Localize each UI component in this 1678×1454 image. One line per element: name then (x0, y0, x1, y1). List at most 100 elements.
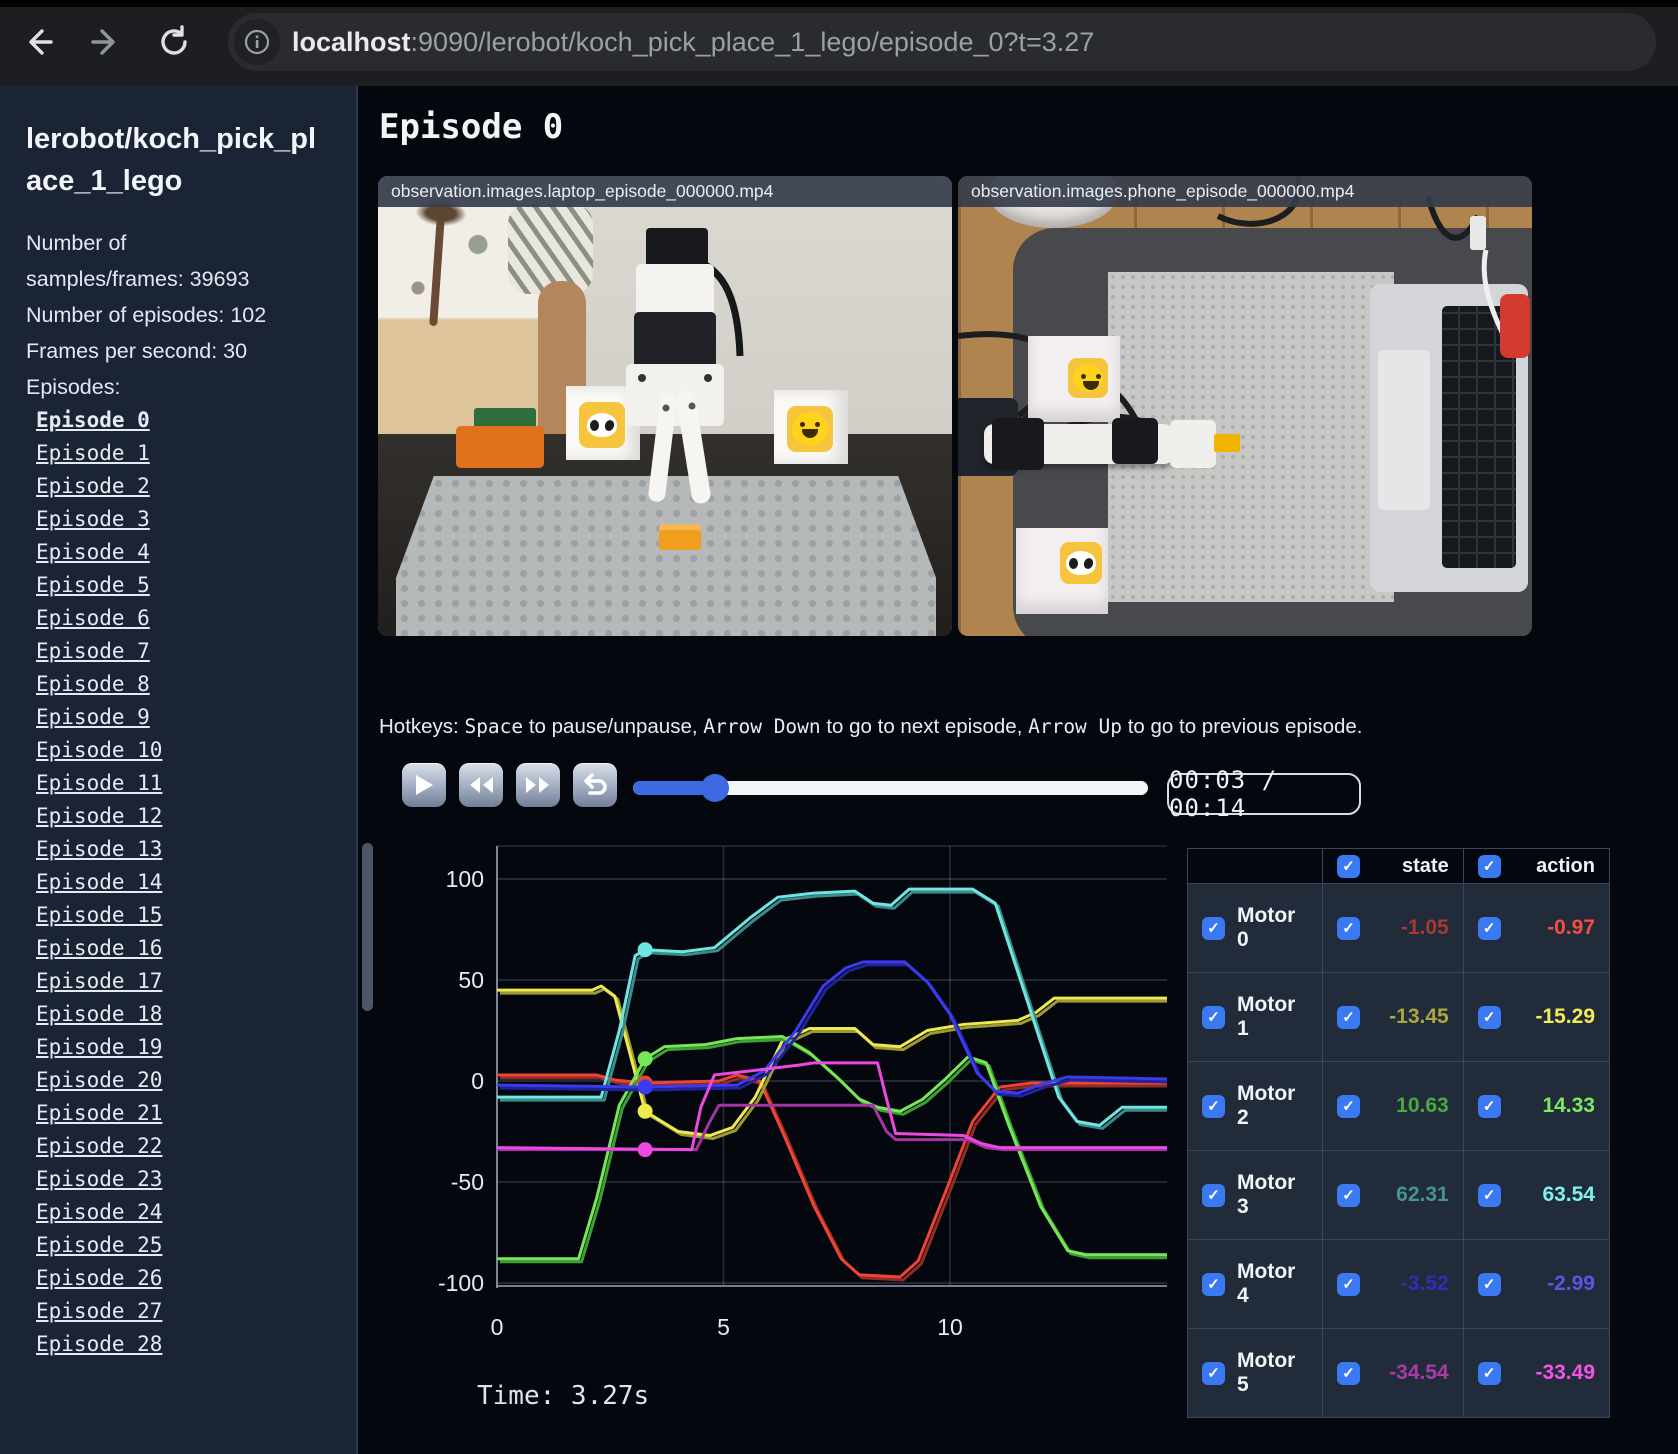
checkbox[interactable]: ✓ (1477, 1272, 1501, 1296)
hug-sticker-top (1073, 364, 1103, 392)
page-title: Episode 0 (379, 107, 564, 147)
episode-link[interactable]: Episode 13 (36, 833, 336, 866)
svg-text:-50: -50 (451, 1169, 484, 1195)
svg-text:100: 100 (446, 866, 484, 892)
svg-text:5: 5 (717, 1314, 730, 1340)
episode-link[interactable]: Episode 11 (36, 767, 336, 800)
episode-link[interactable]: Episode 16 (36, 932, 336, 965)
action-value: -33.49 (1535, 1361, 1595, 1384)
play-button[interactable] (402, 763, 446, 807)
episode-link[interactable]: Episode 23 (36, 1163, 336, 1196)
checkbox[interactable]: ✓ (1477, 1005, 1501, 1029)
episode-link[interactable]: Episode 15 (36, 899, 336, 932)
fast-forward-button[interactable] (516, 763, 560, 807)
checkbox[interactable]: ✓ (1337, 1005, 1361, 1029)
checkbox[interactable]: ✓ (1477, 1094, 1501, 1118)
checkbox[interactable]: ✓ (1202, 1005, 1225, 1029)
episode-link[interactable]: Episode 26 (36, 1262, 336, 1295)
reload-icon[interactable] (150, 18, 198, 66)
checkbox[interactable]: ✓ (1337, 1094, 1361, 1118)
video-laptop[interactable]: observation.images.laptop_episode_000000… (378, 176, 952, 636)
motor-table-header: ✓ state ✓ action (1186, 848, 1611, 884)
checkbox[interactable]: ✓ (1202, 1272, 1225, 1296)
action-value: 14.33 (1542, 1094, 1595, 1117)
episode-link[interactable]: Episode 1 (36, 437, 336, 470)
motor-table-body: ✓ Motor 0 ✓ -1.05 ✓ -0.97 ✓ Motor 1 ✓ -13.45 … (1186, 883, 1611, 1418)
checkbox[interactable]: ✓ (1477, 916, 1501, 940)
phone-video-preview (958, 176, 1532, 636)
main-content: Episode 0 observation.images.laptop_epis… (360, 86, 1678, 1454)
site-info-icon[interactable] (234, 19, 280, 65)
episode-link[interactable]: Episode 28 (36, 1328, 336, 1361)
checkbox[interactable]: ✓ (1202, 1183, 1225, 1207)
rewind-button[interactable] (459, 763, 503, 807)
checkbox[interactable]: ✓ (1337, 1183, 1361, 1207)
state-value: 10.63 (1396, 1094, 1449, 1117)
episode-link[interactable]: Episode 25 (36, 1229, 336, 1262)
checkbox[interactable]: ✓ (1337, 854, 1361, 878)
motor-chart[interactable]: 100 50 0 -50 -100 0 5 10 Time: 3.27s (378, 838, 1178, 1438)
episode-link[interactable]: Episode 3 (36, 503, 336, 536)
checkbox[interactable]: ✓ (1337, 1272, 1361, 1296)
state-value: -1.05 (1400, 916, 1449, 939)
episode-link[interactable]: Episode 14 (36, 866, 336, 899)
video-phone[interactable]: observation.images.phone_episode_000000.… (958, 176, 1532, 636)
episode-link[interactable]: Episode 19 (36, 1031, 336, 1064)
back-icon[interactable] (14, 18, 62, 66)
episode-link[interactable]: Episode 18 (36, 998, 336, 1031)
table-row: ✓ Motor 2 ✓ 10.63 ✓ 14.33 (1186, 1061, 1611, 1151)
episode-link[interactable]: Episode 17 (36, 965, 336, 998)
checkbox[interactable]: ✓ (1477, 854, 1501, 878)
checkbox[interactable]: ✓ (1337, 916, 1361, 940)
svg-text:10: 10 (937, 1314, 963, 1340)
seek-slider[interactable] (633, 774, 1148, 802)
svg-text:0: 0 (471, 1068, 484, 1094)
motor-table: ✓ state ✓ action ✓ Motor 0 ✓ -1.05 ✓ -0.97 ✓ Mo… (1186, 848, 1611, 1418)
motor-block-1 (992, 418, 1044, 470)
svg-text:0: 0 (491, 1314, 504, 1340)
checkbox[interactable]: ✓ (1477, 1361, 1501, 1385)
checkbox[interactable]: ✓ (1337, 1361, 1361, 1385)
episode-link[interactable]: Episode 2 (36, 470, 336, 503)
hotkey-arrow-up: Arrow Up (1028, 715, 1123, 738)
episode-link[interactable]: Episode 4 (36, 536, 336, 569)
checkbox[interactable]: ✓ (1202, 1094, 1225, 1118)
episode-link[interactable]: Episode 8 (36, 668, 336, 701)
sticker-box-bottom (1016, 528, 1108, 614)
episode-link[interactable]: Episode 21 (36, 1097, 336, 1130)
address-bar[interactable]: localhost:9090/lerobot/koch_pick_place_1… (228, 13, 1656, 71)
action-value: -0.97 (1547, 916, 1595, 939)
state-value: 62.31 (1396, 1183, 1449, 1206)
motor-label: Motor 1 (1237, 993, 1296, 1040)
episode-link[interactable]: Episode 24 (36, 1196, 336, 1229)
dataset-info: Number of samples/frames: 39693 Number of … (26, 226, 346, 405)
orange-lego-brick (659, 524, 701, 550)
episode-link[interactable]: Episode 0 (36, 404, 336, 437)
robot-arm-front (626, 228, 744, 504)
episode-link[interactable]: Episode 20 (36, 1064, 336, 1097)
seek-slider-thumb[interactable] (701, 774, 730, 802)
checkbox[interactable]: ✓ (1477, 1183, 1501, 1207)
hotkey-space: Space (464, 715, 524, 738)
dataset-info-line: Number of episodes: 102 (26, 302, 267, 327)
episode-link[interactable]: Episode 12 (36, 800, 336, 833)
episode-link[interactable]: Episode 6 (36, 602, 336, 635)
episode-link[interactable]: Episode 7 (36, 635, 336, 668)
episode-link[interactable]: Episode 10 (36, 734, 336, 767)
sidebar: lerobot/koch_pick_place_1_lego Number of… (0, 86, 358, 1454)
episode-link[interactable]: Episode 5 (36, 569, 336, 602)
url-text: localhost:9090/lerobot/koch_pick_place_1… (292, 27, 1094, 58)
episode-link[interactable]: Episode 22 (36, 1130, 336, 1163)
url-path: :9090/lerobot/koch_pick_place_1_lego/epi… (410, 26, 1095, 57)
table-row: ✓ Motor 5 ✓ -34.54 ✓ -33.49 (1186, 1328, 1611, 1418)
action-value: -15.29 (1535, 1005, 1595, 1028)
checkbox[interactable]: ✓ (1202, 916, 1225, 940)
episode-link[interactable]: Episode 9 (36, 701, 336, 734)
action-value: 63.54 (1542, 1183, 1595, 1206)
episode-link[interactable]: Episode 27 (36, 1295, 336, 1328)
loop-button[interactable] (573, 763, 617, 807)
sticker-box-top (1028, 336, 1120, 422)
motor-label: Motor 4 (1237, 1260, 1296, 1307)
checkbox[interactable]: ✓ (1202, 1361, 1225, 1385)
forward-icon[interactable] (82, 18, 130, 66)
